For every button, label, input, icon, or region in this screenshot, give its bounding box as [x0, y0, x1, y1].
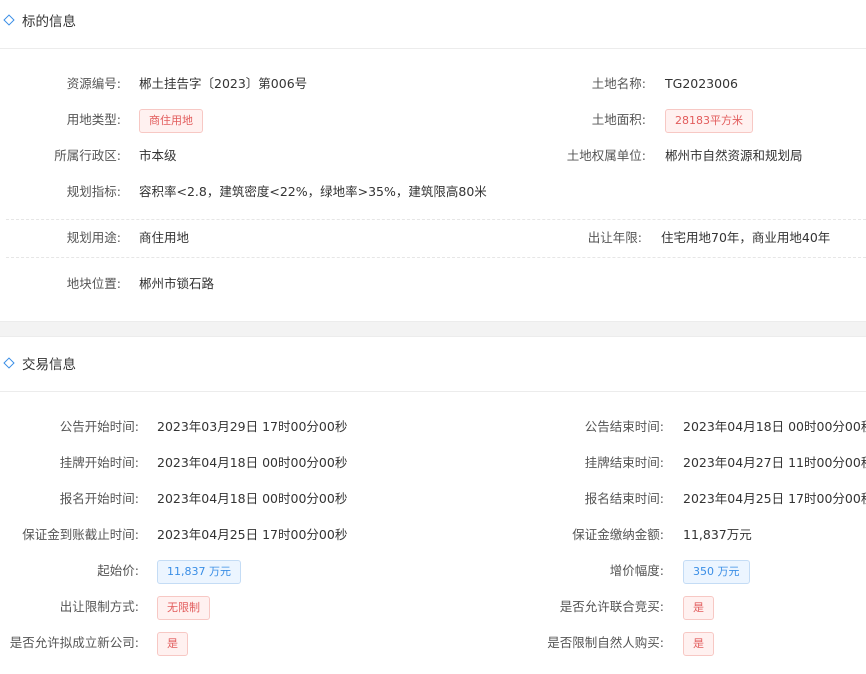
section-separator [0, 321, 866, 337]
divider [0, 391, 866, 392]
planned-use-value: 商住用地 [139, 230, 190, 245]
district-value: 市本级 [139, 148, 177, 163]
section-title-text: 交易信息 [22, 357, 76, 373]
section-title-target-info: 标的信息 [0, 10, 76, 30]
listing-start-label: 挂牌开始时间: [59, 455, 139, 470]
notice-end-label: 公告结束时间: [584, 419, 664, 434]
deposit-deadline-value: 2023年04月25日 17时00分00秒 [157, 527, 348, 542]
transfer-term-label: 出让年限: [587, 230, 642, 245]
starting-price-tag: 11,837 万元 [157, 560, 241, 584]
land-area-label: 土地面积: [591, 112, 646, 127]
notice-end-value: 2023年04月18日 00时00分00秒 [683, 419, 866, 434]
signup-start-label: 报名开始时间: [59, 491, 139, 506]
starting-price-label: 起始价: [97, 563, 139, 578]
planning-index-value: 容积率<2.8，建筑密度<22%，绿地率>35%，建筑限高80米 [139, 184, 487, 199]
land-name-label: 土地名称: [591, 76, 646, 91]
listing-start-value: 2023年04月18日 00时00分00秒 [157, 455, 348, 470]
planning-index-label: 规划指标: [66, 184, 121, 199]
notice-start-label: 公告开始时间: [59, 419, 139, 434]
divider [0, 48, 866, 49]
diamond-outline-icon [3, 357, 15, 369]
row-divider [6, 257, 866, 258]
new-company-label: 是否允许拟成立新公司: [9, 635, 139, 650]
location-label: 地块位置: [66, 276, 121, 291]
land-type-label: 用地类型: [66, 112, 121, 127]
joint-bid-label: 是否允许联合竞买: [559, 599, 664, 614]
restriction-method-tag: 无限制 [157, 596, 210, 620]
increment-tag: 350 万元 [683, 560, 750, 584]
location-value: 郴州市锁石路 [139, 276, 215, 291]
deposit-amount-label: 保证金缴纳金额: [572, 527, 664, 542]
increment-label: 增价幅度: [609, 563, 664, 578]
listing-end-value: 2023年04月27日 11时00分00秒 [683, 455, 866, 470]
notice-start-value: 2023年03月29日 17时00分00秒 [157, 419, 348, 434]
land-name-value: TG2023006 [665, 76, 738, 91]
deposit-amount-value: 11,837万元 [683, 527, 752, 542]
land-type-tag: 商住用地 [139, 109, 203, 133]
section-title-text: 标的信息 [22, 14, 76, 30]
section-title-trade-info: 交易信息 [0, 353, 76, 373]
restriction-method-label: 出让限制方式: [59, 599, 139, 614]
diamond-outline-icon [3, 14, 15, 26]
land-area-tag: 28183平方米 [665, 109, 753, 133]
resource-no-value: 郴土挂告字〔2023〕第006号 [139, 76, 308, 91]
deposit-deadline-label: 保证金到账截止时间: [22, 527, 139, 542]
resource-no-label: 资源编号: [66, 76, 121, 91]
owner-unit-value: 郴州市自然资源和规划局 [665, 148, 803, 163]
listing-end-label: 挂牌结束时间: [584, 455, 664, 470]
natural-person-limit-tag: 是 [683, 632, 714, 656]
row-divider [6, 219, 866, 220]
district-label: 所属行政区: [54, 148, 121, 163]
signup-end-label: 报名结束时间: [584, 491, 664, 506]
natural-person-limit-label: 是否限制自然人购买: [547, 635, 664, 650]
new-company-tag: 是 [157, 632, 188, 656]
signup-start-value: 2023年04月18日 00时00分00秒 [157, 491, 348, 506]
planned-use-label: 规划用途: [66, 230, 121, 245]
transfer-term-value: 住宅用地70年，商业用地40年 [661, 230, 831, 245]
joint-bid-tag: 是 [683, 596, 714, 620]
owner-unit-label: 土地权属单位: [566, 148, 646, 163]
signup-end-value: 2023年04月25日 17时00分00秒 [683, 491, 866, 506]
